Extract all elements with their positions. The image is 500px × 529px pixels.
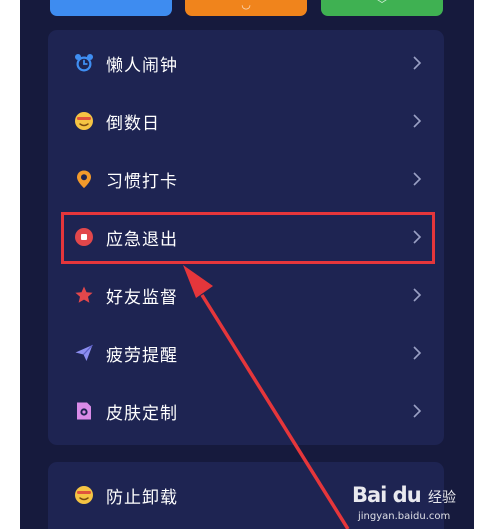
chevron-right-icon — [413, 288, 422, 302]
menu-item-label: 习惯打卡 — [106, 171, 178, 192]
menu-item-lazy-alarm[interactable]: 懒人闹钟 — [48, 34, 444, 92]
chevron-right-icon — [413, 114, 422, 128]
menu-item-countdown-days[interactable]: 倒数日 — [48, 92, 444, 150]
chevron-right-icon — [413, 56, 422, 70]
watermark-title: 经验 — [428, 490, 456, 506]
app-screen: ◡ ﹀ 懒人闹钟 倒数日 习惯打卡 应急退出 好友监督 疲劳提醒 皮肤定制 防止… — [20, 0, 474, 529]
menu-item-label: 好友监督 — [106, 287, 178, 308]
top-shortcut-icon: ◡ — [241, 0, 251, 11]
photo-icon — [74, 401, 94, 421]
menu-item-label: 皮肤定制 — [106, 403, 178, 424]
menu-item-label: 倒数日 — [106, 113, 160, 134]
menu-item-label: 懒人闹钟 — [106, 55, 178, 76]
alarm-clock-icon — [74, 53, 94, 73]
menu-item-friend-supervision[interactable]: 好友监督 — [48, 266, 444, 324]
emoji-face-icon — [74, 111, 94, 131]
top-shortcut-button-orange[interactable]: ◡ — [185, 0, 307, 16]
watermark-brand: Bai du — [352, 483, 422, 507]
location-pin-icon — [74, 169, 94, 189]
menu-item-label: 防止卸载 — [106, 487, 178, 508]
chevron-right-icon — [413, 404, 422, 418]
menu-item-label: 疲劳提醒 — [106, 345, 178, 366]
chevron-right-icon — [413, 172, 422, 186]
menu-item-fatigue-reminder[interactable]: 疲劳提醒 — [48, 324, 444, 382]
emoji-face-icon — [74, 485, 94, 505]
chevron-right-icon — [413, 346, 422, 360]
top-shortcut-icon: ﹀ — [376, 0, 388, 11]
menu-item-skin-customization[interactable]: 皮肤定制 — [48, 382, 444, 440]
watermark: Bai du 经验 jingyan.baidu.com — [352, 481, 472, 525]
menu-item-habit-checkin[interactable]: 习惯打卡 — [48, 150, 444, 208]
watermark-url: jingyan.baidu.com — [358, 511, 451, 522]
annotation-highlight-box — [61, 212, 435, 264]
paper-plane-icon — [74, 343, 94, 363]
star-icon — [74, 285, 94, 305]
top-shortcut-button-blue[interactable] — [50, 0, 172, 16]
top-shortcut-button-green[interactable]: ﹀ — [321, 0, 443, 16]
